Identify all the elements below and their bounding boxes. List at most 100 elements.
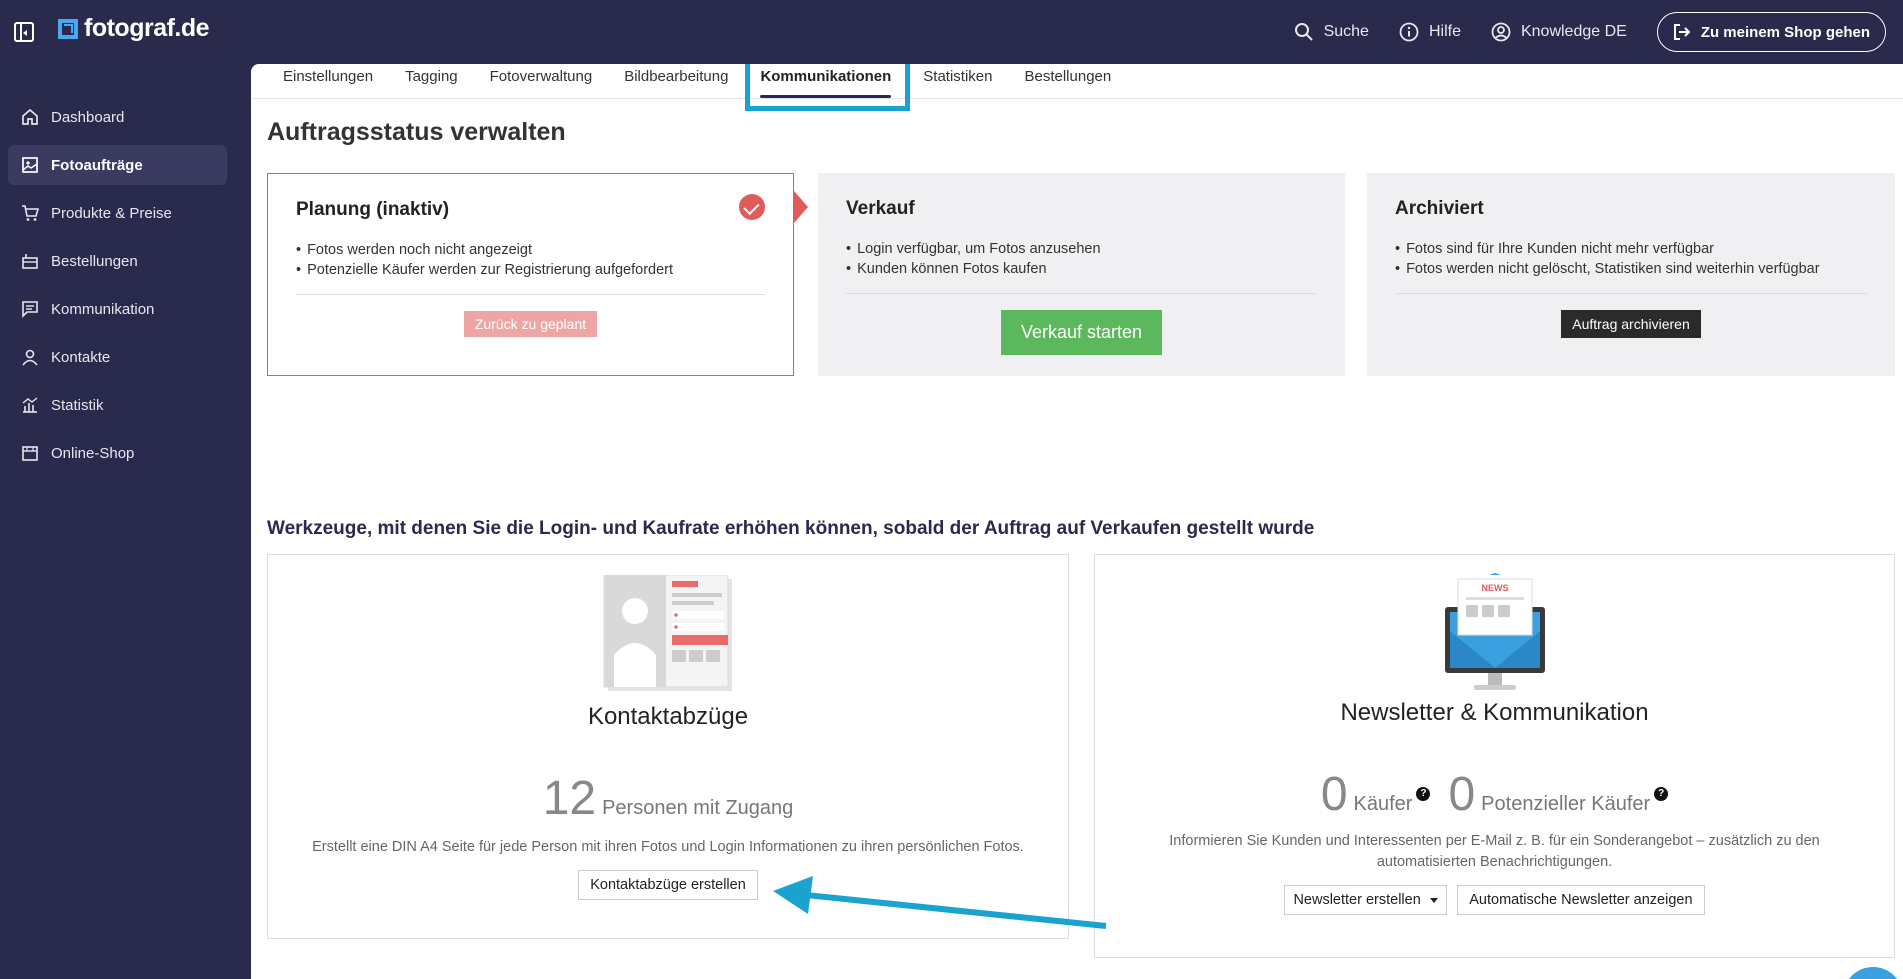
logo-mark-icon [58, 18, 78, 39]
newsletter-stats: 0 Käufer ? 0 Potenzieller Käufer ? [1095, 771, 1894, 819]
divider [1395, 293, 1867, 294]
bullet-item: Potenzielle Käufer werden zur Registrier… [296, 260, 765, 280]
tools-section-title: Werkzeuge, mit denen Sie die Login- und … [267, 518, 1315, 539]
sidebar-item-fotoauftraege[interactable]: Fotoaufträge [8, 145, 227, 185]
access-count-label: Personen mit Zugang [602, 797, 794, 819]
sidebar-item-label: Produkte & Preise [51, 204, 172, 222]
search-link[interactable]: Suche [1294, 22, 1369, 42]
newsletter-illustration-icon: NEWS [1444, 573, 1545, 690]
sidebar-item-kontakte[interactable]: Kontakte [8, 337, 227, 377]
status-card-sale: Verkauf Login verfügbar, um Fotos anzuse… [818, 173, 1345, 376]
tab-kommunikationen[interactable]: Kommunikationen [760, 64, 891, 98]
top-actions: Suche Hilfe Knowledge DE Zu meinem Shop … [1294, 12, 1886, 52]
status-card-title: Archiviert [1395, 198, 1484, 219]
search-icon [1294, 23, 1313, 41]
status-row: Planung (inaktiv) Fotos werden noch nich… [267, 173, 1895, 376]
logo[interactable]: fotograf.de [56, 14, 210, 43]
account-link[interactable]: Knowledge DE [1491, 22, 1627, 42]
buyers-label: Käufer [1353, 793, 1413, 815]
sidebar-item-bestellungen[interactable]: Bestellungen [8, 241, 227, 281]
divider [296, 294, 765, 295]
user-circle-icon [1491, 22, 1511, 42]
chart-icon [22, 397, 38, 413]
create-newsletter-label: Newsletter erstellen [1293, 892, 1421, 908]
sidebar-item-label: Online-Shop [51, 444, 135, 462]
newsletter-description-line: automatisierten Benachrichtigungen. [1376, 854, 1613, 870]
access-stat: 12 Personen mit Zugang [268, 775, 1068, 823]
sidebar-item-online-shop[interactable]: Online-Shop [8, 433, 227, 473]
tab-bar: Einstellungen Tagging Fotoverwaltung Bil… [251, 64, 1903, 99]
sidebar-toggle-icon[interactable] [14, 22, 34, 42]
page-title: Auftragsstatus verwalten [267, 118, 566, 146]
message-icon [22, 301, 38, 318]
sidebar-item-label: Statistik [51, 396, 104, 414]
go-to-shop-label: Zu meinem Shop gehen [1700, 23, 1870, 41]
contact-sheets-card: Kontaktabzüge 12 Personen mit Zugang Ers… [267, 554, 1069, 939]
contact-sheets-description: Erstellt eine DIN A4 Seite für jede Pers… [312, 839, 1024, 855]
home-icon [22, 108, 38, 125]
check-circle-icon [739, 194, 765, 220]
help-icon[interactable]: ? [1416, 787, 1431, 801]
news-badge: NEWS [1481, 583, 1508, 593]
contact-sheet-illustration-icon [603, 575, 732, 691]
sidebar-item-label: Fotoaufträge [51, 156, 143, 174]
newsletter-card: NEWS Newsletter & Kommunikation 0 Käufer… [1094, 554, 1895, 958]
tab-tagging[interactable]: Tagging [405, 64, 458, 85]
back-to-planned-button[interactable]: Zurück zu geplant [463, 311, 598, 337]
bullet-item: Login verfügbar, um Fotos anzusehen [846, 239, 1317, 259]
account-label: Knowledge DE [1520, 23, 1627, 40]
sidebar-item-label: Kommunikation [51, 300, 155, 318]
contact-sheets-title: Kontaktabzüge [587, 703, 749, 730]
bullet-item: Fotos werden nicht gelöscht, Statistiken… [1395, 259, 1867, 279]
sidebar-item-dashboard[interactable]: Dashboard [8, 97, 227, 137]
status-card-bullets: Fotos sind für Ihre Kunden nicht mehr ve… [1395, 239, 1867, 279]
potential-buyers-count: 0 [1448, 768, 1476, 821]
create-contact-sheets-button[interactable]: Kontaktabzüge erstellen [578, 870, 758, 900]
help-icon[interactable]: ? [1654, 787, 1669, 801]
status-card-bullets: Login verfügbar, um Fotos anzusehen Kund… [846, 239, 1317, 279]
orders-icon [22, 254, 38, 269]
tab-einstellungen[interactable]: Einstellungen [283, 64, 373, 85]
status-card-archived: Archiviert Fotos sind für Ihre Kunden ni… [1367, 173, 1895, 376]
cart-icon [22, 205, 39, 221]
tab-bestellungen[interactable]: Bestellungen [1024, 64, 1111, 85]
help-link[interactable]: Hilfe [1399, 22, 1461, 42]
logo-text: fotograf.de [84, 14, 210, 42]
create-newsletter-dropdown[interactable]: Newsletter erstellen [1284, 885, 1447, 915]
step-arrow-icon [794, 191, 808, 223]
divider [846, 293, 1317, 294]
tab-statistiken[interactable]: Statistiken [923, 64, 992, 85]
person-icon [22, 349, 38, 366]
logout-icon [1673, 24, 1691, 40]
store-icon [22, 446, 38, 461]
sidebar-item-produkte-preise[interactable]: Produkte & Preise [8, 193, 227, 233]
image-icon [22, 157, 38, 173]
sidebar-item-statistik[interactable]: Statistik [8, 385, 227, 425]
step-arrow-icon [1345, 191, 1359, 223]
tab-bildbearbeitung[interactable]: Bildbearbeitung [624, 64, 728, 85]
newsletter-title: Newsletter & Kommunikation [1340, 699, 1649, 726]
bullet-item: Fotos werden noch nicht angezeigt [296, 240, 765, 260]
top-bar: fotograf.de Suche Hilfe Knowledge DE Zu … [0, 0, 1903, 64]
potential-buyers-label: Potenzieller Käufer [1481, 793, 1651, 815]
bullet-item: Fotos sind für Ihre Kunden nicht mehr ve… [1395, 239, 1867, 259]
access-count: 12 [542, 772, 597, 825]
search-label: Suche [1323, 23, 1369, 40]
tab-fotoverwaltung[interactable]: Fotoverwaltung [490, 64, 593, 85]
show-auto-newsletter-button[interactable]: Automatische Newsletter anzeigen [1457, 885, 1705, 915]
info-icon [1399, 22, 1419, 42]
sidebar: Dashboard Fotoaufträge Produkte & Preise… [0, 64, 251, 979]
status-card-title: Verkauf [846, 198, 915, 219]
help-label: Hilfe [1428, 23, 1461, 40]
sidebar-item-label: Bestellungen [51, 252, 138, 270]
buyers-count: 0 [1320, 768, 1348, 821]
start-sale-button[interactable]: Verkauf starten [1000, 310, 1163, 355]
newsletter-description-line: Informieren Sie Kunden und Interessenten… [1169, 833, 1820, 849]
bullet-item: Kunden können Fotos kaufen [846, 259, 1317, 279]
sidebar-item-kommunikation[interactable]: Kommunikation [8, 289, 227, 329]
go-to-shop-button[interactable]: Zu meinem Shop gehen [1656, 12, 1886, 52]
status-card-bullets: Fotos werden noch nicht angezeigt Potenz… [296, 240, 765, 280]
main-content: Einstellungen Tagging Fotoverwaltung Bil… [251, 64, 1903, 979]
caret-down-icon [1429, 897, 1438, 903]
archive-order-button[interactable]: Auftrag archivieren [1561, 310, 1701, 338]
